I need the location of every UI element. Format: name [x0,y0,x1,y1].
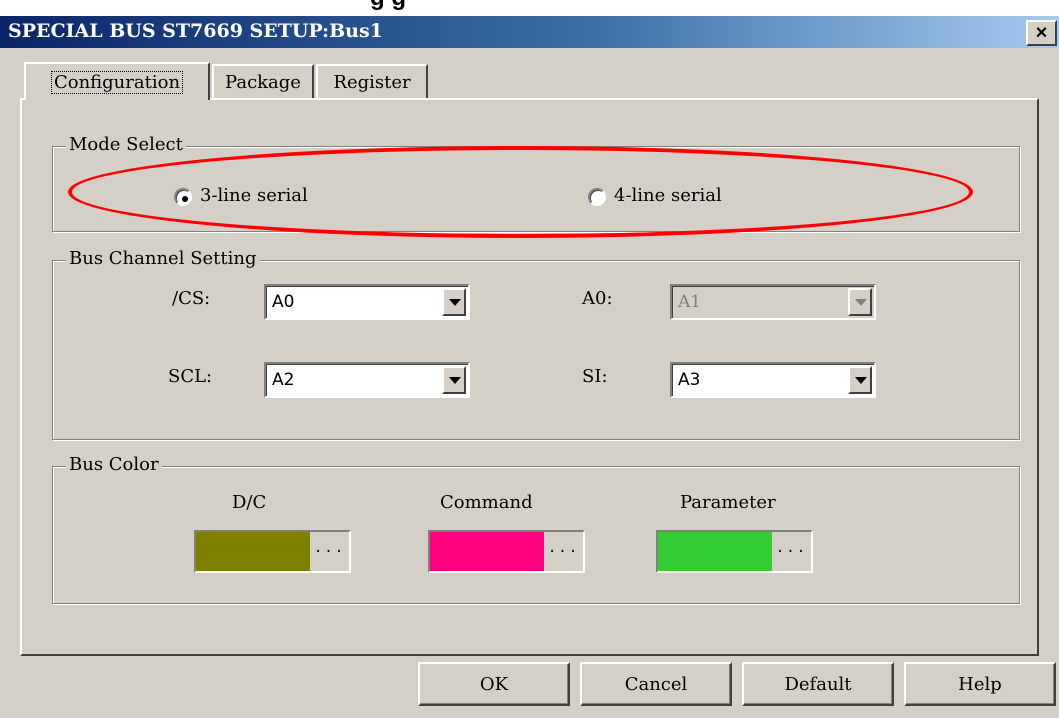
cs-dropdown-button[interactable] [442,288,466,316]
bus-channel-legend: Bus Channel Setting [66,248,260,269]
cs-select-value: A0 [272,292,295,312]
chevron-down-icon [449,377,461,384]
tab-configuration[interactable]: Configuration [24,62,210,100]
dc-color-swatch [196,532,310,571]
scl-select[interactable]: A2 [264,362,470,398]
si-dropdown-button[interactable] [848,366,872,394]
highlight-ellipse [68,146,973,238]
a0-label: A0: [582,288,613,309]
chevron-down-icon [449,299,461,306]
scl-dropdown-button[interactable] [442,366,466,394]
dc-color-picker[interactable]: ··· [194,530,351,573]
cs-label: /CS: [172,288,211,309]
close-button[interactable]: × [1026,20,1057,46]
parameter-color-picker[interactable]: ··· [656,530,813,573]
ok-button[interactable]: OK [418,662,570,706]
tab-register[interactable]: Register [316,64,428,98]
bus-color-legend: Bus Color [66,454,162,475]
close-icon: × [1035,22,1048,44]
cropped-caption-text: g g [370,0,406,12]
window-title: SPECIAL BUS ST7669 SETUP:Bus1 [8,20,383,42]
tab-package[interactable]: Package [212,64,314,98]
command-color-browse-button[interactable]: ··· [544,532,583,571]
help-button[interactable]: Help [904,662,1056,706]
command-color-label: Command [440,492,533,513]
tab-configuration-label: Configuration [50,70,184,94]
parameter-color-swatch [658,532,772,571]
chevron-down-icon [855,377,867,384]
a0-select-value: A1 [678,292,702,312]
tab-register-label: Register [333,71,411,93]
tab-package-label: Package [225,71,301,93]
mode-select-legend: Mode Select [66,134,186,155]
a0-select: A1 [670,284,876,320]
si-label: SI: [582,366,608,387]
command-color-picker[interactable]: ··· [428,530,585,573]
cancel-button[interactable]: Cancel [580,662,732,706]
si-select[interactable]: A3 [670,362,876,398]
dc-color-label: D/C [232,492,267,513]
scl-label: SCL: [168,366,213,387]
cs-select[interactable]: A0 [264,284,470,320]
scl-select-value: A2 [272,370,295,390]
a0-dropdown-button [848,288,872,316]
parameter-color-browse-button[interactable]: ··· [772,532,811,571]
si-select-value: A3 [678,370,701,390]
dc-color-browse-button[interactable]: ··· [310,532,349,571]
command-color-swatch [430,532,544,571]
default-button[interactable]: Default [742,662,894,706]
parameter-color-label: Parameter [680,492,776,513]
chevron-down-icon [855,299,867,306]
